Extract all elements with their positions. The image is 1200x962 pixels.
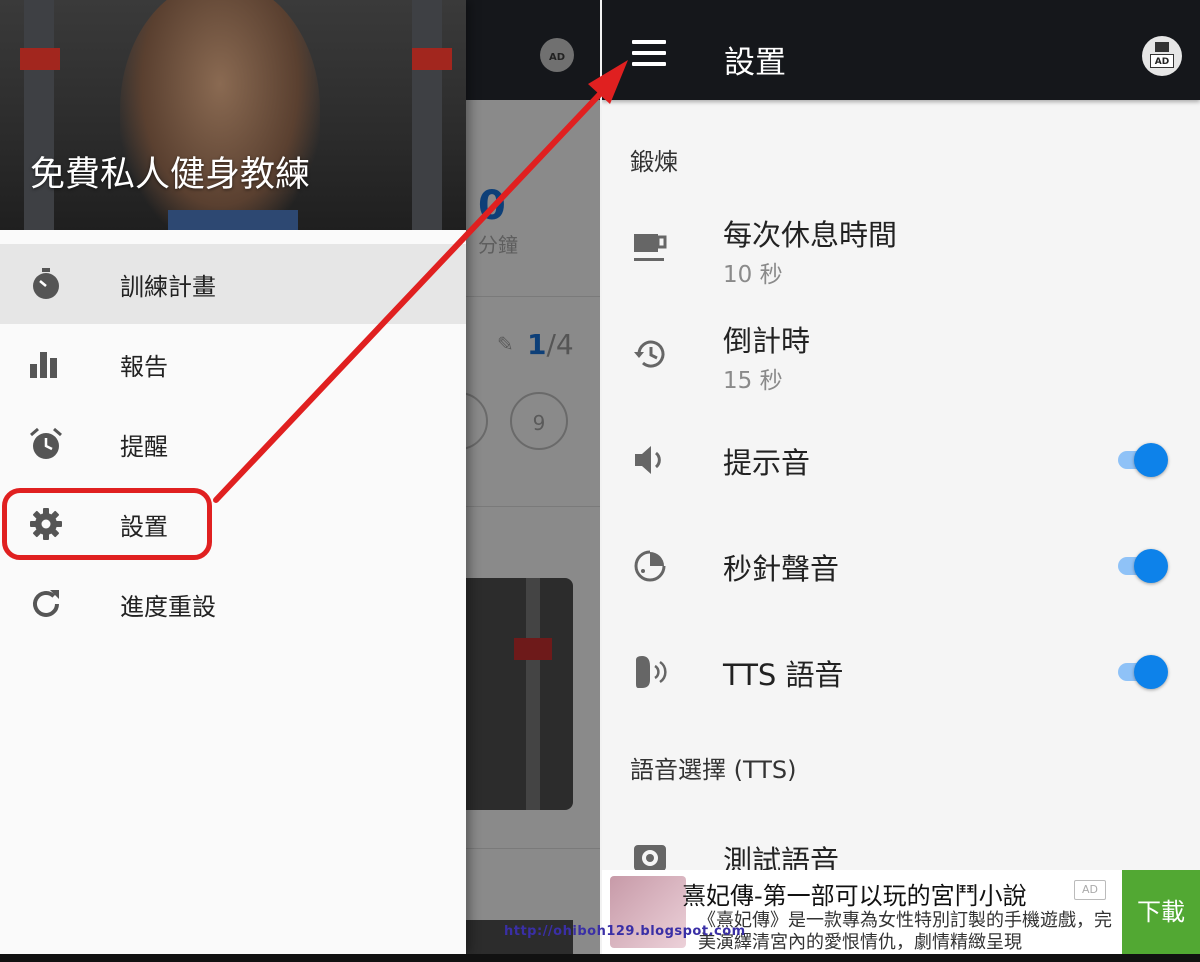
bottom-strip xyxy=(0,954,1200,962)
background-ad-icon: AD xyxy=(540,38,574,72)
drawer-item-label: 訓練計畫 xyxy=(120,272,216,301)
stopwatch-icon xyxy=(33,268,59,299)
background-day-circle-9: 9 xyxy=(510,392,568,450)
ad-tag: AD xyxy=(1074,880,1106,900)
watermark-text: http://ohiboh129.blogspot.com xyxy=(504,924,746,939)
page-title: 設置 xyxy=(724,45,786,81)
background-progress: 1/4 xyxy=(527,328,574,361)
drawer-header-title: 免費私人健身教練 xyxy=(30,155,311,195)
setting-title: 提示音 xyxy=(723,446,811,480)
background-divider xyxy=(466,296,600,297)
pencil-icon: ✎ xyxy=(497,332,514,356)
sound-cue-toggle[interactable] xyxy=(1116,441,1170,477)
setting-tts-voice[interactable]: TTS 語音 xyxy=(602,632,1200,712)
ad-icon[interactable]: AD xyxy=(1142,36,1182,76)
ad-banner[interactable]: 熹妃傳-第一部可以玩的宮鬥小說 AD 《熹妃傳》是一款專為女性特別訂製的手機遊戲… xyxy=(602,870,1200,954)
drawer-item-report[interactable]: 報告 xyxy=(0,324,466,404)
ad-description: 《熹妃傳》是一款專為女性特別訂製的手機遊戲，完美演繹清宮內的愛恨情仇，劇情精緻呈… xyxy=(698,910,1112,953)
bar-chart-icon xyxy=(30,352,57,378)
setting-sound-cue[interactable]: 提示音 xyxy=(602,420,1200,500)
setting-value: 10 秒 xyxy=(723,262,783,288)
navigation-drawer: 免費私人健身教練 訓練計畫 報告 提醒 設置 進度重設 xyxy=(0,0,466,954)
second-hand-sound-toggle[interactable] xyxy=(1116,547,1170,583)
tts-voice-toggle[interactable] xyxy=(1116,653,1170,689)
setting-rest-time[interactable]: 每次休息時間 10 秒 xyxy=(602,200,1200,300)
ad-title: 熹妃傳-第一部可以玩的宮鬥小說 xyxy=(682,882,1027,910)
setting-title: 倒計時 xyxy=(723,324,811,358)
settings-screen: 設置 AD 鍛煉 每次休息時間 10 秒 倒計時 15 秒 提示音 秒針聲音 T… xyxy=(602,0,1200,954)
timer-dial-icon xyxy=(634,550,666,582)
history-icon xyxy=(634,340,665,368)
progress-total: /4 xyxy=(546,328,574,361)
download-button[interactable]: 下載 xyxy=(1122,870,1200,954)
drawer-header-image: 免費私人健身教練 xyxy=(0,0,466,230)
drawer-item-label: 報告 xyxy=(120,352,168,381)
drawer-item-label: 進度重設 xyxy=(120,592,216,621)
settings-highlight-box xyxy=(2,488,212,560)
setting-title: 每次休息時間 xyxy=(723,218,898,252)
ad-badge-label: AD xyxy=(1150,54,1174,68)
background-stat-value: 0 xyxy=(478,183,506,229)
setting-value: 15 秒 xyxy=(723,368,783,394)
setting-title: 秒針聲音 xyxy=(723,552,840,586)
background-stat: 0 分鐘 xyxy=(478,183,558,258)
drawer-item-reset-progress[interactable]: 進度重設 xyxy=(0,564,466,644)
speaker-icon xyxy=(635,446,661,474)
drawer-item-reminder[interactable]: 提醒 xyxy=(0,404,466,484)
progress-current: 1 xyxy=(527,328,547,361)
setting-title: TTS 語音 xyxy=(723,658,844,692)
drawer-item-training-plan[interactable]: 訓練計畫 xyxy=(0,244,466,324)
alarm-clock-icon xyxy=(30,427,62,459)
background-divider xyxy=(466,506,600,507)
section-header-workout: 鍛煉 xyxy=(630,148,678,176)
coffee-cup-icon xyxy=(634,234,667,261)
drawer-item-label: 提醒 xyxy=(120,432,168,461)
menu-icon[interactable] xyxy=(632,40,666,68)
background-divider xyxy=(466,848,600,849)
section-header-voice: 語音選擇 (TTS) xyxy=(630,756,797,784)
setting-second-hand-sound[interactable]: 秒針聲音 xyxy=(602,526,1200,606)
background-stat-unit: 分鐘 xyxy=(478,233,518,257)
left-screen: AD 0 分鐘 ✎ 1/4 9 免費私人健身教練 訓練計畫 報告 提醒 設置 進… xyxy=(0,0,600,962)
background-workout-image xyxy=(466,578,573,810)
setting-countdown[interactable]: 倒計時 15 秒 xyxy=(602,306,1200,406)
drawer-menu: 訓練計畫 報告 提醒 設置 進度重設 xyxy=(0,244,466,644)
voice-icon xyxy=(636,656,667,688)
refresh-icon xyxy=(33,590,59,617)
app-bar: 設置 AD xyxy=(602,0,1200,100)
